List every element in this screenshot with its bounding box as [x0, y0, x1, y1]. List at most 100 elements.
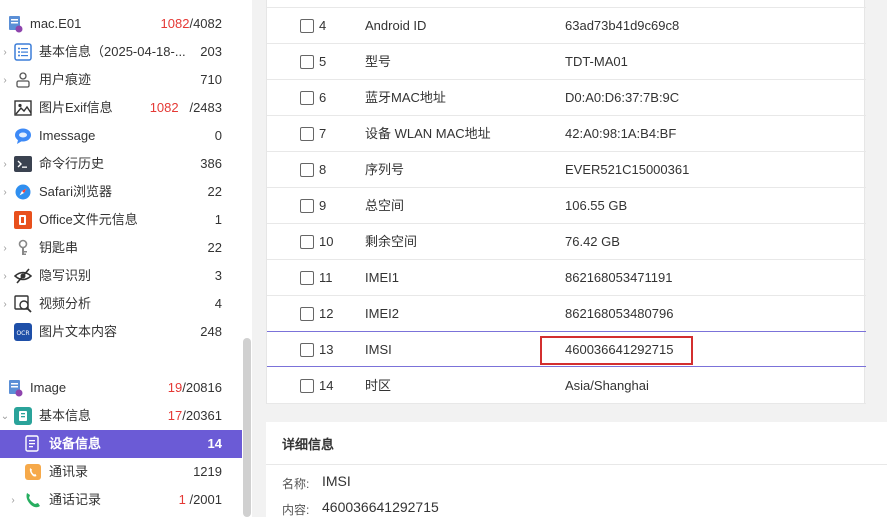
row-value: D0:A0:D6:37:7B:9C	[565, 90, 680, 105]
row-checkbox[interactable]	[300, 343, 314, 357]
tree-item-label: 图片Exif信息	[39, 100, 113, 115]
chevron-right-icon[interactable]: ›	[0, 38, 10, 66]
tree-item-count: 386	[200, 156, 222, 171]
row-checkbox[interactable]	[300, 307, 314, 321]
row-index: 6	[319, 90, 327, 105]
row-name: 蓝牙MAC地址	[365, 90, 446, 105]
device-info-table: 4 Android ID 63ad73b41d9c69c8 5 型号 TDT-M…	[266, 0, 866, 404]
table-row[interactable]: 12 IMEI2 862168053480796	[267, 296, 866, 332]
table-row-selected[interactable]: 13 IMSI 460036641292715	[267, 331, 866, 367]
tree-item-video-analysis[interactable]: › 视频分析 4	[0, 290, 242, 318]
chevron-right-icon[interactable]: ›	[0, 66, 10, 94]
tree-item-safari[interactable]: › Safari浏览器 22	[0, 178, 242, 206]
table-row[interactable]: 4 Android ID 63ad73b41d9c69c8	[267, 8, 866, 44]
tree-item-office-meta[interactable]: Office文件元信息 1	[0, 206, 242, 234]
tree-item-count: 4	[214, 296, 222, 311]
sidebar-scrollbar[interactable]	[243, 338, 251, 517]
tree-item-count: 0	[214, 128, 222, 143]
tree-item-count: 1	[214, 212, 222, 227]
tree-item-user-trace[interactable]: › 用户痕迹 710	[0, 66, 242, 94]
tree-item-steganography[interactable]: › 隐写识别 3	[0, 262, 242, 290]
tree-item-label: Image	[30, 380, 67, 395]
tree-item-image-exif[interactable]: 图片Exif信息 1082 /2483	[0, 94, 242, 122]
tree-item-count: 248	[200, 324, 222, 339]
row-value: 862168053480796	[565, 306, 674, 321]
row-value: TDT-MA01	[565, 54, 628, 69]
tree-item-image-text[interactable]: OCR 图片文本内容 248	[0, 318, 242, 346]
row-name: 时区	[365, 378, 392, 393]
chevron-right-icon[interactable]: ›	[8, 486, 18, 514]
row-index: 5	[319, 54, 327, 69]
row-checkbox[interactable]	[300, 235, 314, 249]
row-checkbox[interactable]	[300, 19, 314, 33]
terminal-icon	[14, 155, 32, 173]
tree-item-count: 203	[200, 44, 222, 59]
row-value: 106.55 GB	[565, 198, 628, 213]
row-index: 12	[319, 306, 334, 321]
tree-item-count: 19/20816	[167, 380, 222, 395]
tree-item-label: mac.E01	[30, 16, 82, 31]
chevron-right-icon[interactable]: ›	[0, 150, 10, 178]
tree-item-label: 图片文本内容	[39, 324, 118, 339]
tree-item-label: 钥匙串	[39, 240, 79, 255]
image-icon	[14, 99, 32, 117]
evidence-tree-sidebar: mac.E01 1082/4082 › 基本信息（2025-04-18-... …	[0, 0, 242, 517]
tree-item-device-info[interactable]: 设备信息 14	[0, 430, 242, 458]
tree-item-image-basic-info[interactable]: ⌄ 基本信息 17/20361	[0, 402, 242, 430]
chevron-right-icon[interactable]: ›	[0, 262, 10, 290]
device-info-icon	[24, 435, 42, 453]
detail-name-label: 名称:	[282, 477, 310, 491]
tree-item-mac-e01[interactable]: mac.E01 1082/4082	[0, 10, 242, 38]
row-name: 型号	[365, 54, 392, 69]
chevron-down-icon[interactable]: ⌄	[0, 402, 10, 430]
row-value: 76.42 GB	[565, 234, 620, 249]
row-checkbox[interactable]	[300, 163, 314, 177]
row-name: 剩余空间	[365, 234, 418, 249]
row-value: 862168053471191	[565, 270, 673, 285]
tree-item-command-history[interactable]: › 命令行历史 386	[0, 150, 242, 178]
table-row[interactable]: 7 设备 WLAN MAC地址 42:A0:98:1A:B4:BF	[267, 116, 866, 152]
safari-compass-icon	[14, 183, 32, 201]
hidden-eye-icon	[13, 267, 33, 285]
table-row[interactable]: 6 蓝牙MAC地址 D0:A0:D6:37:7B:9C	[267, 80, 866, 116]
phone-icon	[24, 491, 42, 509]
row-checkbox[interactable]	[300, 127, 314, 141]
chevron-right-icon[interactable]: ›	[0, 178, 10, 206]
chevron-right-icon[interactable]: ›	[0, 290, 10, 318]
tree-item-basic-info[interactable]: › 基本信息（2025-04-18-... 203	[0, 38, 242, 66]
tree-item-count: 14	[207, 436, 222, 451]
table-row[interactable]: 11 IMEI1 862168053471191	[267, 260, 866, 296]
row-checkbox[interactable]	[300, 199, 314, 213]
tree-item-label: 基本信息（2025-04-18-...	[39, 44, 186, 59]
tree-item-image[interactable]: Image 19/20816	[0, 374, 242, 402]
row-value: 63ad73b41d9c69c8	[565, 18, 680, 33]
row-name: IMSI	[365, 342, 392, 357]
detail-title: 详细信息	[282, 437, 335, 452]
ocr-icon: OCR	[14, 323, 32, 341]
table-row[interactable]: 10 剩余空间 76.42 GB	[267, 224, 866, 260]
row-value: Asia/Shanghai	[565, 378, 649, 393]
table-row[interactable]: 9 总空间 106.55 GB	[267, 188, 866, 224]
row-checkbox[interactable]	[300, 55, 314, 69]
row-name: 序列号	[365, 162, 405, 177]
chevron-right-icon[interactable]: ›	[0, 234, 10, 262]
tree-item-imessage[interactable]: Imessage 0	[0, 122, 242, 150]
tree-item-keychain[interactable]: › 钥匙串 22	[0, 234, 242, 262]
tree-item-label: 通话记录	[49, 492, 102, 507]
tree-item-call-log[interactable]: › 通话记录 1 /2001	[0, 486, 242, 514]
tree-item-count: 1082 /2483	[149, 100, 222, 115]
table-row[interactable]: 8 序列号 EVER521C15000361	[267, 152, 866, 188]
table-row[interactable]: 5 型号 TDT-MA01	[267, 44, 866, 80]
basic-info-icon	[14, 407, 32, 425]
row-checkbox[interactable]	[300, 379, 314, 393]
annotation-highlight-box	[540, 336, 693, 365]
list-icon	[14, 43, 32, 61]
row-name: 总空间	[365, 198, 405, 213]
detail-name-value: IMSI	[322, 473, 351, 489]
row-index: 7	[319, 126, 327, 141]
tree-item-contacts[interactable]: 通讯录 1219	[0, 458, 242, 486]
tree-item-count: 1219	[193, 464, 222, 479]
row-checkbox[interactable]	[300, 91, 314, 105]
table-row[interactable]: 14 时区 Asia/Shanghai	[267, 368, 866, 404]
row-checkbox[interactable]	[300, 271, 314, 285]
